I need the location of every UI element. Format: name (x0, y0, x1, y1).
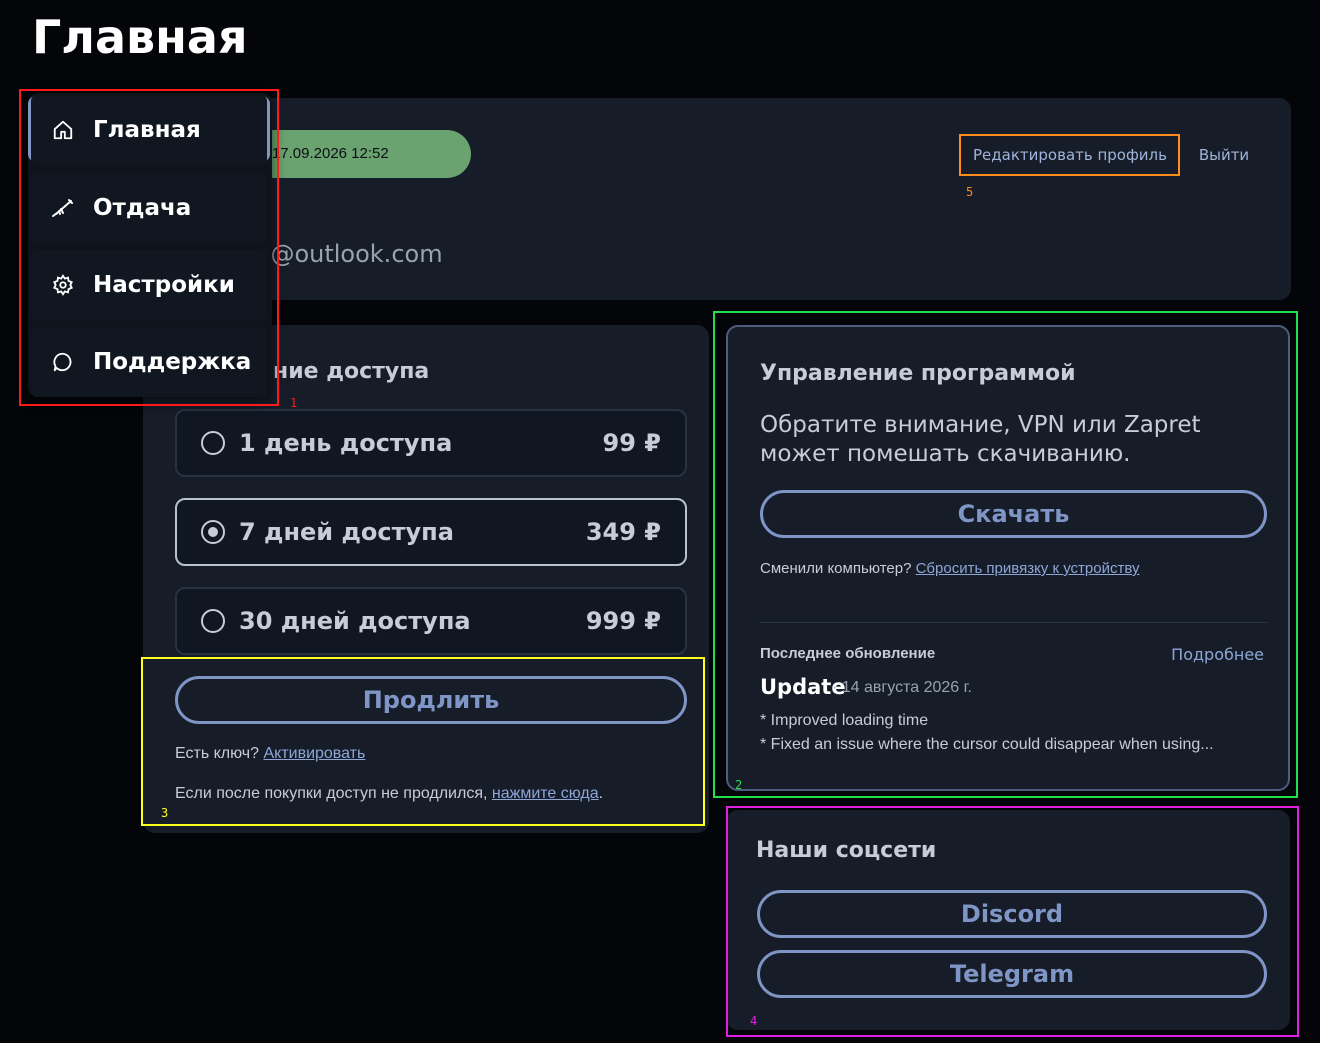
divider (760, 622, 1268, 623)
sidebar-menu: Главная Отдача Настройки Поддержка (28, 93, 272, 397)
gear-icon (51, 273, 75, 297)
radio-icon[interactable] (201, 431, 225, 455)
key-row: Есть ключ? Активировать (175, 745, 365, 763)
more-link[interactable]: Подробнее (1171, 645, 1264, 664)
plan-1-day[interactable]: 1 день доступа 99 ₽ (175, 409, 687, 477)
activate-link[interactable]: Активировать (263, 745, 365, 762)
edit-profile-button[interactable]: Редактировать профиль (961, 135, 1179, 175)
plan-30-days[interactable]: 30 дней доступа 999 ₽ (175, 587, 687, 655)
sidebar-item-home[interactable]: Главная (31, 95, 267, 165)
sidebar-item-label: Отдача (93, 195, 192, 221)
plan-label: 7 дней доступа (239, 518, 454, 546)
sidebar-item-label: Настройки (93, 272, 235, 298)
socials-title: Наши соцсети (756, 838, 937, 863)
sidebar-item-label: Поддержка (93, 349, 252, 375)
sidebar-item-support[interactable]: Поддержка (31, 327, 267, 397)
renew-button[interactable]: Продлить (175, 676, 687, 724)
plan-price: 99 ₽ (602, 429, 661, 457)
plan-label: 1 день доступа (239, 429, 453, 457)
update-date: · 14 августа 2026 г. (832, 679, 972, 696)
socials-card: Наши соцсети Discord Telegram (726, 810, 1290, 1030)
click-here-link[interactable]: нажмите сюда (492, 785, 599, 802)
profile-card: зна до 17.09.2026 12:52 ь recsvpx@outloo… (143, 98, 1291, 300)
sidebar-item-recoil[interactable]: Отдача (31, 173, 267, 243)
plan-price: 349 ₽ (585, 518, 661, 546)
update-note: * Fixed an issue where the cursor could … (760, 736, 1214, 753)
chat-icon (51, 350, 75, 374)
program-title: Управление программой (760, 361, 1076, 386)
sidebar-item-settings[interactable]: Настройки (31, 250, 267, 320)
plan-price: 999 ₽ (585, 607, 661, 635)
reset-row: Сменили компьютер? Сбросить привязку к у… (760, 560, 1139, 577)
program-note: Обратите внимание, VPN или Zapret может … (760, 412, 1201, 467)
changed-pc-text: Сменили компьютер? (760, 560, 912, 577)
program-card: Управление программой Обратите внимание,… (726, 325, 1290, 791)
radio-icon[interactable] (201, 609, 225, 633)
radio-selected-icon[interactable] (201, 520, 225, 544)
reset-device-link[interactable]: Сбросить привязку к устройству (916, 560, 1140, 577)
period: . (598, 785, 604, 802)
key-question: Есть ключ? (175, 745, 259, 762)
plan-7-days[interactable]: 7 дней доступа 349 ₽ (175, 498, 687, 566)
after-purchase-row: Если после покупки доступ не продлился, … (175, 785, 603, 803)
after-purchase-text: Если после покупки доступ не продлился, (175, 785, 488, 802)
download-button[interactable]: Скачать (760, 490, 1267, 538)
access-title: ние доступа (273, 359, 430, 384)
logout-button[interactable]: Выйти (1189, 135, 1259, 175)
annotation-label-3: 3 (161, 806, 169, 820)
annotation-label-1: 1 (290, 396, 298, 410)
page-title: Главная (32, 10, 248, 64)
update-note: * Improved loading time (760, 712, 929, 729)
annotation-label-5: 5 (966, 185, 974, 199)
last-update-label: Последнее обновление (760, 645, 936, 662)
rifle-icon (51, 196, 75, 220)
sidebar-item-label: Главная (93, 117, 201, 143)
discord-button[interactable]: Discord (757, 890, 1267, 938)
plan-label: 30 дней доступа (239, 607, 471, 635)
telegram-button[interactable]: Telegram (757, 950, 1267, 998)
annotation-label-2: 2 (735, 778, 743, 792)
home-icon (51, 118, 75, 142)
access-card: ние доступа 1 день доступа 99 ₽ 7 дней д… (143, 325, 709, 833)
annotation-label-4: 4 (750, 1014, 758, 1028)
